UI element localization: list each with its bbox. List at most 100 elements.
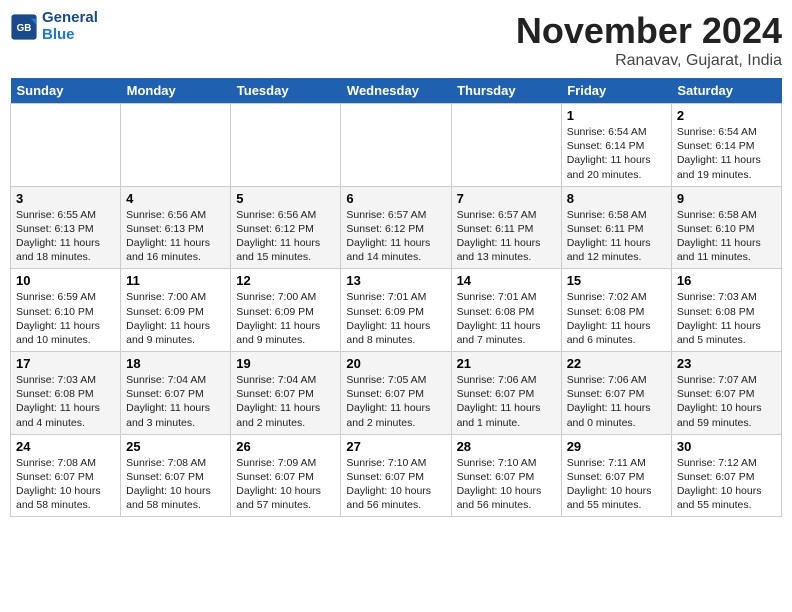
day-cell: 16 Sunrise: 7:03 AM Sunset: 6:08 PM Dayli… bbox=[671, 269, 781, 352]
day-number: 23 bbox=[677, 356, 776, 371]
day-info: Sunrise: 7:01 AM Sunset: 6:09 PM Dayligh… bbox=[346, 290, 445, 347]
day-cell: 12 Sunrise: 7:00 AM Sunset: 6:09 PM Dayli… bbox=[231, 269, 341, 352]
day-number: 12 bbox=[236, 273, 335, 288]
day-cell: 6 Sunrise: 6:57 AM Sunset: 6:12 PM Daylig… bbox=[341, 186, 451, 269]
weekday-header-monday: Monday bbox=[121, 78, 231, 104]
day-number: 2 bbox=[677, 108, 776, 123]
day-info: Sunrise: 6:54 AM Sunset: 6:14 PM Dayligh… bbox=[677, 125, 776, 182]
day-number: 7 bbox=[457, 191, 556, 206]
day-info: Sunrise: 7:01 AM Sunset: 6:08 PM Dayligh… bbox=[457, 290, 556, 347]
calendar-table: SundayMondayTuesdayWednesdayThursdayFrid… bbox=[10, 78, 782, 517]
day-number: 17 bbox=[16, 356, 115, 371]
day-number: 18 bbox=[126, 356, 225, 371]
day-info: Sunrise: 6:59 AM Sunset: 6:10 PM Dayligh… bbox=[16, 290, 115, 347]
day-cell bbox=[11, 104, 121, 187]
day-cell: 19Sunrise: 7:04 AM Sunset: 6:07 PM Dayli… bbox=[231, 352, 341, 435]
day-cell: 29Sunrise: 7:11 AM Sunset: 6:07 PM Dayli… bbox=[561, 434, 671, 517]
day-info: Sunrise: 7:10 AM Sunset: 6:07 PM Dayligh… bbox=[346, 456, 445, 513]
calendar-header: SundayMondayTuesdayWednesdayThursdayFrid… bbox=[11, 78, 782, 104]
day-cell: 20 Sunrise: 7:05 AM Sunset: 6:07 PM Dayli… bbox=[341, 352, 451, 435]
day-number: 14 bbox=[457, 273, 556, 288]
day-cell: 24 Sunrise: 7:08 AM Sunset: 6:07 PM Dayli… bbox=[11, 434, 121, 517]
day-cell: 4 Sunrise: 6:56 AM Sunset: 6:13 PM Daylig… bbox=[121, 186, 231, 269]
day-info: Sunrise: 6:58 AM Sunset: 6:11 PM Dayligh… bbox=[567, 208, 666, 265]
calendar-body: 1 Sunrise: 6:54 AM Sunset: 6:14 PM Daylig… bbox=[11, 104, 782, 517]
title-block: November 2024 Ranavav, Gujarat, India bbox=[516, 10, 782, 70]
day-info: Sunrise: 6:54 AM Sunset: 6:14 PM Dayligh… bbox=[567, 125, 666, 182]
day-number: 3 bbox=[16, 191, 115, 206]
day-cell: 14 Sunrise: 7:01 AM Sunset: 6:08 PM Dayli… bbox=[451, 269, 561, 352]
day-cell: 21Sunrise: 7:06 AM Sunset: 6:07 PM Dayli… bbox=[451, 352, 561, 435]
weekday-header-saturday: Saturday bbox=[671, 78, 781, 104]
day-info: Sunrise: 6:56 AM Sunset: 6:13 PM Dayligh… bbox=[126, 208, 225, 265]
day-cell bbox=[231, 104, 341, 187]
day-cell: 25 Sunrise: 7:08 AM Sunset: 6:07 PM Dayli… bbox=[121, 434, 231, 517]
logo-line1: General bbox=[42, 10, 98, 27]
day-cell: 23Sunrise: 7:07 AM Sunset: 6:07 PM Dayli… bbox=[671, 352, 781, 435]
day-number: 20 bbox=[346, 356, 445, 371]
day-cell: 11 Sunrise: 7:00 AM Sunset: 6:09 PM Dayli… bbox=[121, 269, 231, 352]
day-number: 15 bbox=[567, 273, 666, 288]
day-cell: 17 Sunrise: 7:03 AM Sunset: 6:08 PM Dayli… bbox=[11, 352, 121, 435]
day-number: 25 bbox=[126, 439, 225, 454]
day-number: 16 bbox=[677, 273, 776, 288]
weekday-header-friday: Friday bbox=[561, 78, 671, 104]
day-info: Sunrise: 7:03 AM Sunset: 6:08 PM Dayligh… bbox=[677, 290, 776, 347]
day-info: Sunrise: 7:08 AM Sunset: 6:07 PM Dayligh… bbox=[126, 456, 225, 513]
day-info: Sunrise: 7:03 AM Sunset: 6:08 PM Dayligh… bbox=[16, 373, 115, 430]
day-info: Sunrise: 7:11 AM Sunset: 6:07 PM Dayligh… bbox=[567, 456, 666, 513]
day-number: 30 bbox=[677, 439, 776, 454]
day-number: 24 bbox=[16, 439, 115, 454]
day-cell: 15Sunrise: 7:02 AM Sunset: 6:08 PM Dayli… bbox=[561, 269, 671, 352]
day-number: 27 bbox=[346, 439, 445, 454]
day-number: 6 bbox=[346, 191, 445, 206]
page-header: GB General Blue November 2024 Ranavav, G… bbox=[10, 10, 782, 70]
day-cell: 22 Sunrise: 7:06 AM Sunset: 6:07 PM Dayli… bbox=[561, 352, 671, 435]
weekday-row: SundayMondayTuesdayWednesdayThursdayFrid… bbox=[11, 78, 782, 104]
location: Ranavav, Gujarat, India bbox=[516, 52, 782, 70]
day-info: Sunrise: 7:10 AM Sunset: 6:07 PM Dayligh… bbox=[457, 456, 556, 513]
day-number: 5 bbox=[236, 191, 335, 206]
day-info: Sunrise: 7:08 AM Sunset: 6:07 PM Dayligh… bbox=[16, 456, 115, 513]
day-info: Sunrise: 7:00 AM Sunset: 6:09 PM Dayligh… bbox=[236, 290, 335, 347]
day-cell: 28 Sunrise: 7:10 AM Sunset: 6:07 PM Dayli… bbox=[451, 434, 561, 517]
week-row-0: 1 Sunrise: 6:54 AM Sunset: 6:14 PM Daylig… bbox=[11, 104, 782, 187]
day-info: Sunrise: 7:05 AM Sunset: 6:07 PM Dayligh… bbox=[346, 373, 445, 430]
day-info: Sunrise: 7:09 AM Sunset: 6:07 PM Dayligh… bbox=[236, 456, 335, 513]
logo-line2: Blue bbox=[42, 27, 98, 44]
day-number: 11 bbox=[126, 273, 225, 288]
day-info: Sunrise: 7:06 AM Sunset: 6:07 PM Dayligh… bbox=[457, 373, 556, 430]
day-number: 1 bbox=[567, 108, 666, 123]
day-cell: 10 Sunrise: 6:59 AM Sunset: 6:10 PM Dayli… bbox=[11, 269, 121, 352]
day-cell: 2 Sunrise: 6:54 AM Sunset: 6:14 PM Daylig… bbox=[671, 104, 781, 187]
day-number: 4 bbox=[126, 191, 225, 206]
day-cell: 9 Sunrise: 6:58 AM Sunset: 6:10 PM Daylig… bbox=[671, 186, 781, 269]
day-cell: 30Sunrise: 7:12 AM Sunset: 6:07 PM Dayli… bbox=[671, 434, 781, 517]
weekday-header-wednesday: Wednesday bbox=[341, 78, 451, 104]
day-cell: 1 Sunrise: 6:54 AM Sunset: 6:14 PM Daylig… bbox=[561, 104, 671, 187]
day-cell: 18Sunrise: 7:04 AM Sunset: 6:07 PM Dayli… bbox=[121, 352, 231, 435]
day-cell: 7 Sunrise: 6:57 AM Sunset: 6:11 PM Daylig… bbox=[451, 186, 561, 269]
day-cell: 13 Sunrise: 7:01 AM Sunset: 6:09 PM Dayli… bbox=[341, 269, 451, 352]
day-number: 22 bbox=[567, 356, 666, 371]
day-number: 10 bbox=[16, 273, 115, 288]
day-info: Sunrise: 7:00 AM Sunset: 6:09 PM Dayligh… bbox=[126, 290, 225, 347]
day-number: 8 bbox=[567, 191, 666, 206]
day-cell: 5Sunrise: 6:56 AM Sunset: 6:12 PM Daylig… bbox=[231, 186, 341, 269]
day-cell: 3 Sunrise: 6:55 AM Sunset: 6:13 PM Daylig… bbox=[11, 186, 121, 269]
day-number: 13 bbox=[346, 273, 445, 288]
weekday-header-tuesday: Tuesday bbox=[231, 78, 341, 104]
day-number: 26 bbox=[236, 439, 335, 454]
svg-text:GB: GB bbox=[17, 23, 32, 34]
day-info: Sunrise: 6:57 AM Sunset: 6:11 PM Dayligh… bbox=[457, 208, 556, 265]
weekday-header-sunday: Sunday bbox=[11, 78, 121, 104]
day-number: 9 bbox=[677, 191, 776, 206]
day-info: Sunrise: 6:58 AM Sunset: 6:10 PM Dayligh… bbox=[677, 208, 776, 265]
day-cell: 8 Sunrise: 6:58 AM Sunset: 6:11 PM Daylig… bbox=[561, 186, 671, 269]
day-info: Sunrise: 6:57 AM Sunset: 6:12 PM Dayligh… bbox=[346, 208, 445, 265]
day-number: 28 bbox=[457, 439, 556, 454]
day-info: Sunrise: 6:55 AM Sunset: 6:13 PM Dayligh… bbox=[16, 208, 115, 265]
day-info: Sunrise: 7:06 AM Sunset: 6:07 PM Dayligh… bbox=[567, 373, 666, 430]
day-cell bbox=[121, 104, 231, 187]
week-row-2: 10 Sunrise: 6:59 AM Sunset: 6:10 PM Dayli… bbox=[11, 269, 782, 352]
